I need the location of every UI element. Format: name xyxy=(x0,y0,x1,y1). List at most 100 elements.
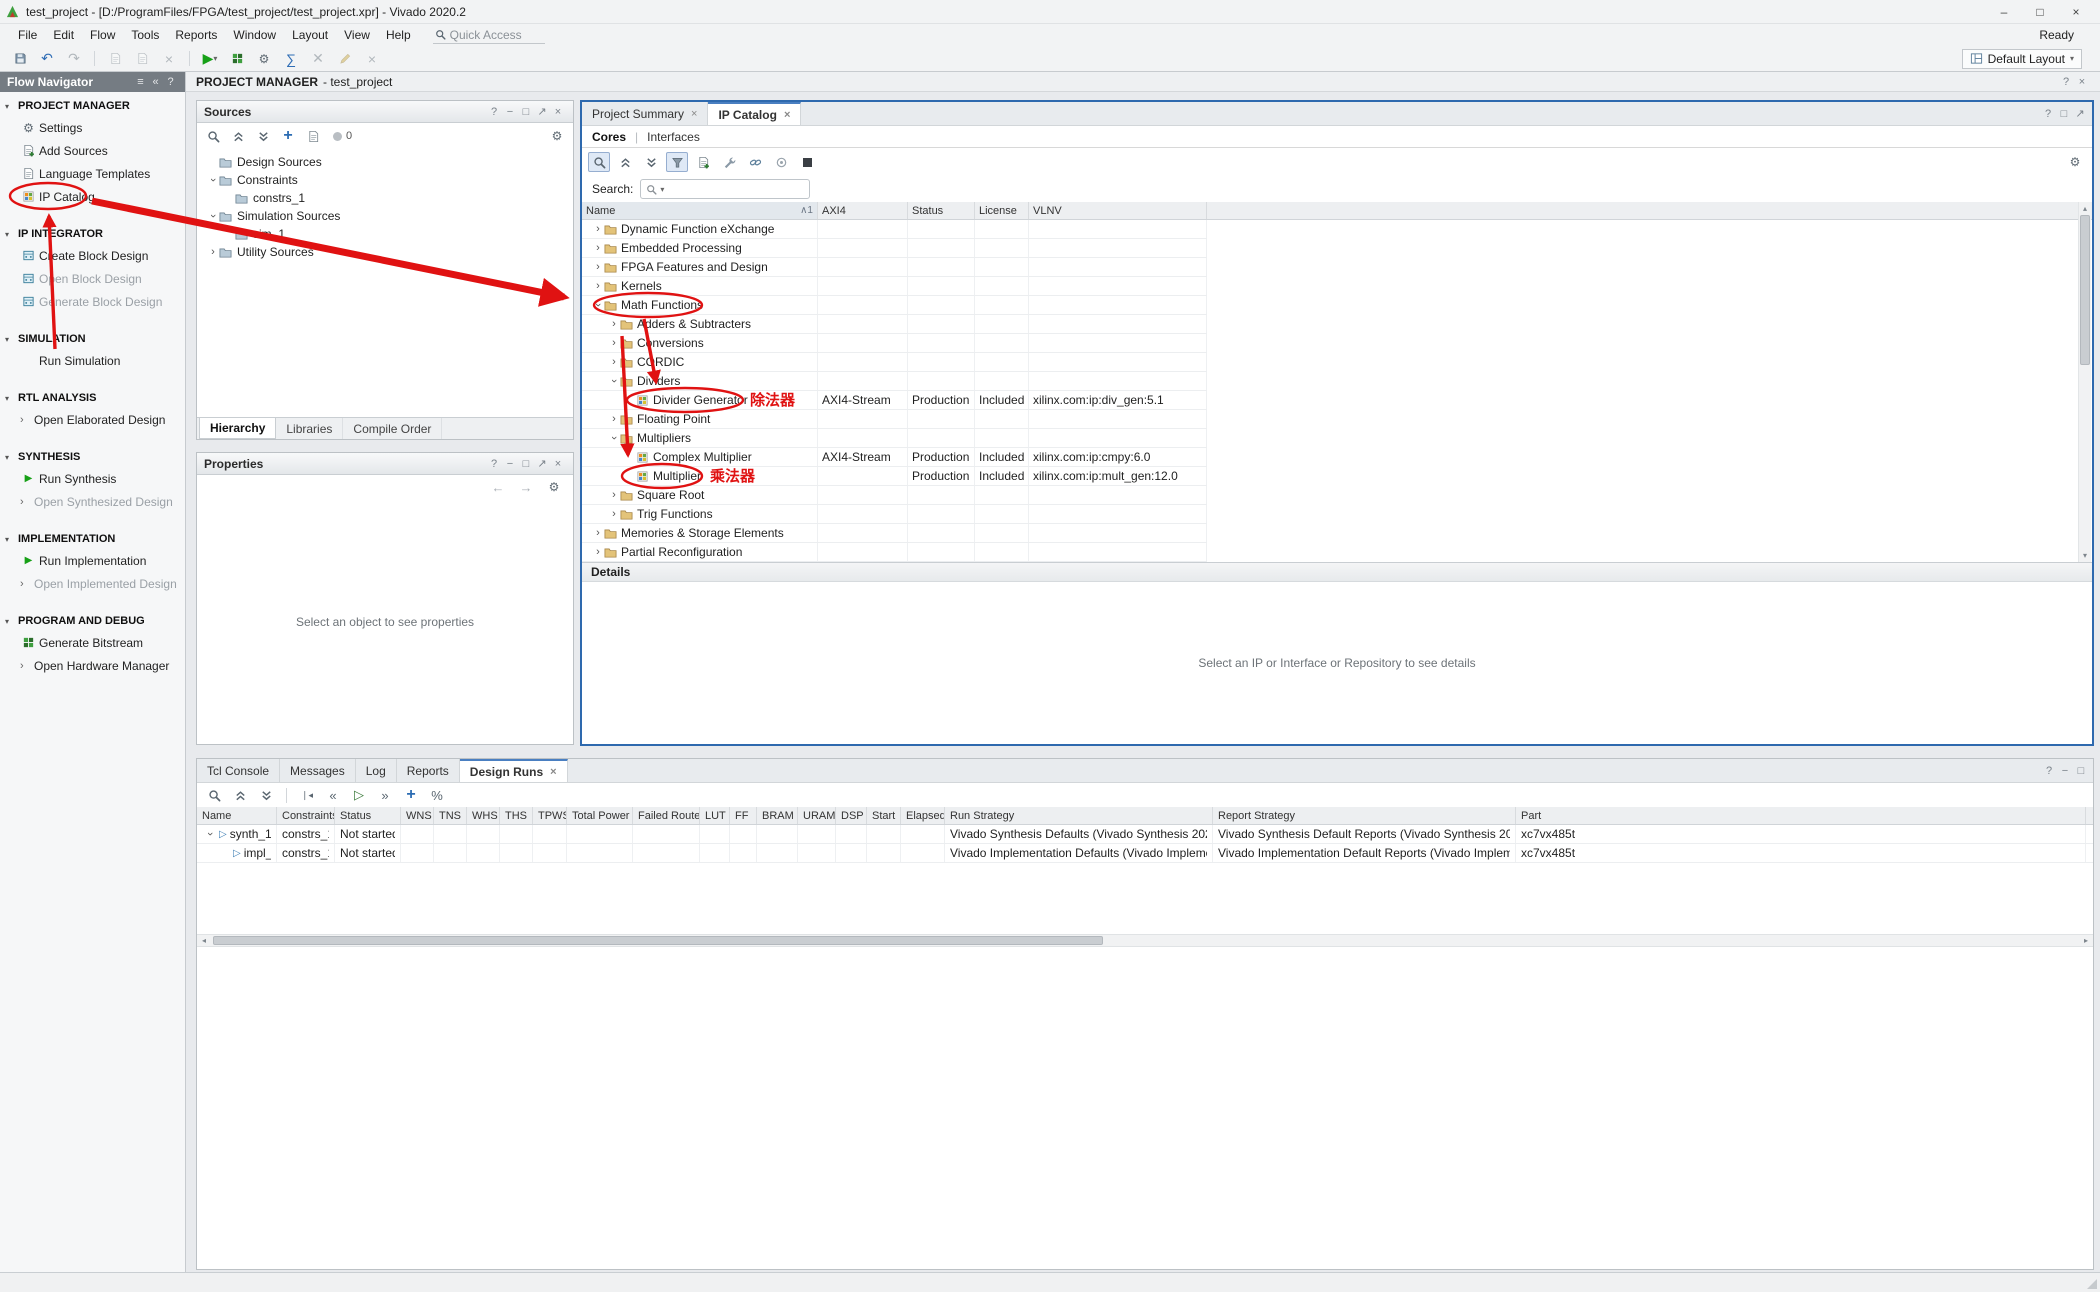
minimize-icon[interactable]: − xyxy=(2057,765,2073,777)
sources-item-utility-sources[interactable]: ›Utility Sources xyxy=(197,243,573,261)
runs-column-whs[interactable]: WHS xyxy=(467,807,500,824)
minimize-icon[interactable]: − xyxy=(502,458,518,470)
open-file-button[interactable] xyxy=(302,126,324,146)
minimize-button[interactable]: – xyxy=(1986,1,2022,23)
menu-window[interactable]: Window xyxy=(225,26,284,44)
skip-to-start-button[interactable]: ❘◂ xyxy=(296,785,318,805)
runs-column-run-strategy[interactable]: Run Strategy xyxy=(945,807,1213,824)
runs-column-lut[interactable]: LUT xyxy=(700,807,730,824)
ip-row-floating-point[interactable]: ›Floating Point xyxy=(582,410,1207,429)
edit-button[interactable] xyxy=(333,48,357,70)
tab-ip-catalog[interactable]: IP Catalog× xyxy=(708,102,801,125)
search-button[interactable] xyxy=(203,785,225,805)
bottom-horizontal-scrollbar[interactable]: ◂ ▸ xyxy=(197,934,2093,947)
collapse-icon[interactable]: › xyxy=(592,299,604,311)
copy-button[interactable] xyxy=(103,48,127,70)
collapse-icon[interactable]: › xyxy=(608,432,620,444)
scroll-right-icon[interactable]: ▸ xyxy=(2079,935,2093,946)
flownav-item-add-sources[interactable]: Add Sources xyxy=(0,139,185,162)
flownav-item-open-hardware-manager[interactable]: ›Open Hardware Manager xyxy=(0,654,185,677)
collapse-all-button[interactable] xyxy=(614,152,636,172)
stop-button[interactable] xyxy=(796,152,818,172)
ip-row-adders-subtracters[interactable]: ›Adders & Subtracters xyxy=(582,315,1207,334)
flownav-item-open-block-design[interactable]: Open Block Design xyxy=(0,267,185,290)
maximize-icon[interactable]: □ xyxy=(2056,108,2072,120)
runs-column-elapsed[interactable]: Elapsed xyxy=(901,807,945,824)
expand-icon[interactable]: › xyxy=(608,413,620,425)
undo-button[interactable]: ↶ xyxy=(35,48,59,70)
minimize-icon[interactable]: − xyxy=(502,106,518,118)
launch-runs-button[interactable]: ▷ xyxy=(348,785,370,805)
refresh-repository-button[interactable] xyxy=(692,152,714,172)
tab-messages[interactable]: Messages xyxy=(280,759,356,782)
flownav-item-open-implemented-design[interactable]: ›Open Implemented Design xyxy=(0,572,185,595)
flownav-item-generate-bitstream[interactable]: Generate Bitstream xyxy=(0,631,185,654)
runs-column-uram[interactable]: URAM xyxy=(798,807,836,824)
expand-all-button[interactable] xyxy=(252,126,274,146)
forward-button[interactable]: → xyxy=(515,477,537,497)
flownav-section-header-ip-integrator[interactable]: ▾IP INTEGRATOR xyxy=(0,224,185,244)
expand-all-button[interactable] xyxy=(255,785,277,805)
float-icon[interactable]: ↗ xyxy=(534,105,550,118)
sources-tab-compile-order[interactable]: Compile Order xyxy=(343,418,442,439)
tab-log[interactable]: Log xyxy=(356,759,397,782)
flownav-item-settings[interactable]: ⚙Settings xyxy=(0,116,185,139)
expand-icon[interactable]: › xyxy=(592,280,604,292)
runs-column-dsp[interactable]: DSP xyxy=(836,807,867,824)
sources-item-constraints[interactable]: ›Constraints xyxy=(197,171,573,189)
close-icon[interactable]: × xyxy=(550,458,566,470)
runs-column-ff[interactable]: FF xyxy=(730,807,757,824)
ip-row-complex-multiplier[interactable]: ›Complex MultiplierAXI4-StreamProduction… xyxy=(582,448,1207,467)
delete-button[interactable]: × xyxy=(157,48,181,70)
maximize-icon[interactable]: □ xyxy=(518,106,534,118)
flownav-item-run-simulation[interactable]: Run Simulation xyxy=(0,349,185,372)
ip-row-dividers[interactable]: ›Dividers xyxy=(582,372,1207,391)
ip-vertical-scrollbar[interactable]: ▴ ▾ xyxy=(2078,202,2091,562)
close-design-button[interactable]: × xyxy=(360,48,384,70)
settings-button[interactable]: ⚙ xyxy=(252,48,276,70)
flow-navigator-collapse-icon[interactable]: « xyxy=(148,76,163,88)
redo-button[interactable]: ↷ xyxy=(62,48,86,70)
expand-icon[interactable]: › xyxy=(608,318,620,330)
report-button[interactable]: ∑ xyxy=(279,48,303,70)
ip-row-math-functions[interactable]: ›Math Functions xyxy=(582,296,1207,315)
scroll-down-icon[interactable]: ▾ xyxy=(2079,549,2091,562)
sources-item-simulation-sources[interactable]: ›Simulation Sources xyxy=(197,207,573,225)
scrollbar-track[interactable] xyxy=(211,935,2079,946)
customize-ip-button[interactable] xyxy=(718,152,740,172)
ip-settings-button[interactable]: ⚙ xyxy=(2064,152,2086,172)
flownav-item-generate-block-design[interactable]: Generate Block Design xyxy=(0,290,185,313)
close-icon[interactable]: × xyxy=(550,766,556,778)
subtab-cores[interactable]: Cores xyxy=(592,130,626,144)
flownav-item-run-implementation[interactable]: ▶Run Implementation xyxy=(0,549,185,572)
flownav-item-run-synthesis[interactable]: ▶Run Synthesis xyxy=(0,467,185,490)
menu-tools[interactable]: Tools xyxy=(123,26,167,44)
menu-flow[interactable]: Flow xyxy=(82,26,123,44)
flownav-section-header-program-and-debug[interactable]: ▾PROGRAM AND DEBUG xyxy=(0,611,185,631)
ip-row-trig-functions[interactable]: ›Trig Functions xyxy=(582,505,1207,524)
help-icon[interactable]: ? xyxy=(486,458,502,470)
runs-column-failed-routes[interactable]: Failed Routes xyxy=(633,807,700,824)
close-icon[interactable]: × xyxy=(2074,76,2090,88)
back-button[interactable]: ← xyxy=(487,477,509,497)
sources-item-constrs-1[interactable]: ›constrs_1 xyxy=(197,189,573,207)
tab-project-summary[interactable]: Project Summary× xyxy=(582,102,708,125)
add-sources-button[interactable]: + xyxy=(277,126,299,146)
tab-design-runs[interactable]: Design Runs× xyxy=(460,759,568,782)
expand-icon[interactable]: › xyxy=(592,242,604,254)
expand-icon[interactable]: › xyxy=(608,337,620,349)
search-button[interactable] xyxy=(202,126,224,146)
ip-row-dynamic-function-exchange[interactable]: ›Dynamic Function eXchange xyxy=(582,220,1207,239)
runs-column-bram[interactable]: BRAM xyxy=(757,807,798,824)
ip-search-input[interactable] xyxy=(667,182,804,196)
help-icon[interactable]: ? xyxy=(2058,76,2074,88)
expand-icon[interactable]: › xyxy=(592,527,604,539)
tab-reports[interactable]: Reports xyxy=(397,759,460,782)
runs-column-part[interactable]: Part xyxy=(1516,807,2086,824)
ip-row-memories-storage-elements[interactable]: ›Memories & Storage Elements xyxy=(582,524,1207,543)
save-button[interactable] xyxy=(8,48,32,70)
flownav-section-header-project-manager[interactable]: ▾PROJECT MANAGER xyxy=(0,96,185,116)
program-device-button[interactable] xyxy=(225,48,249,70)
scroll-left-icon[interactable]: ◂ xyxy=(197,935,211,946)
layout-selector[interactable]: Default Layout ▾ xyxy=(1962,49,2082,69)
